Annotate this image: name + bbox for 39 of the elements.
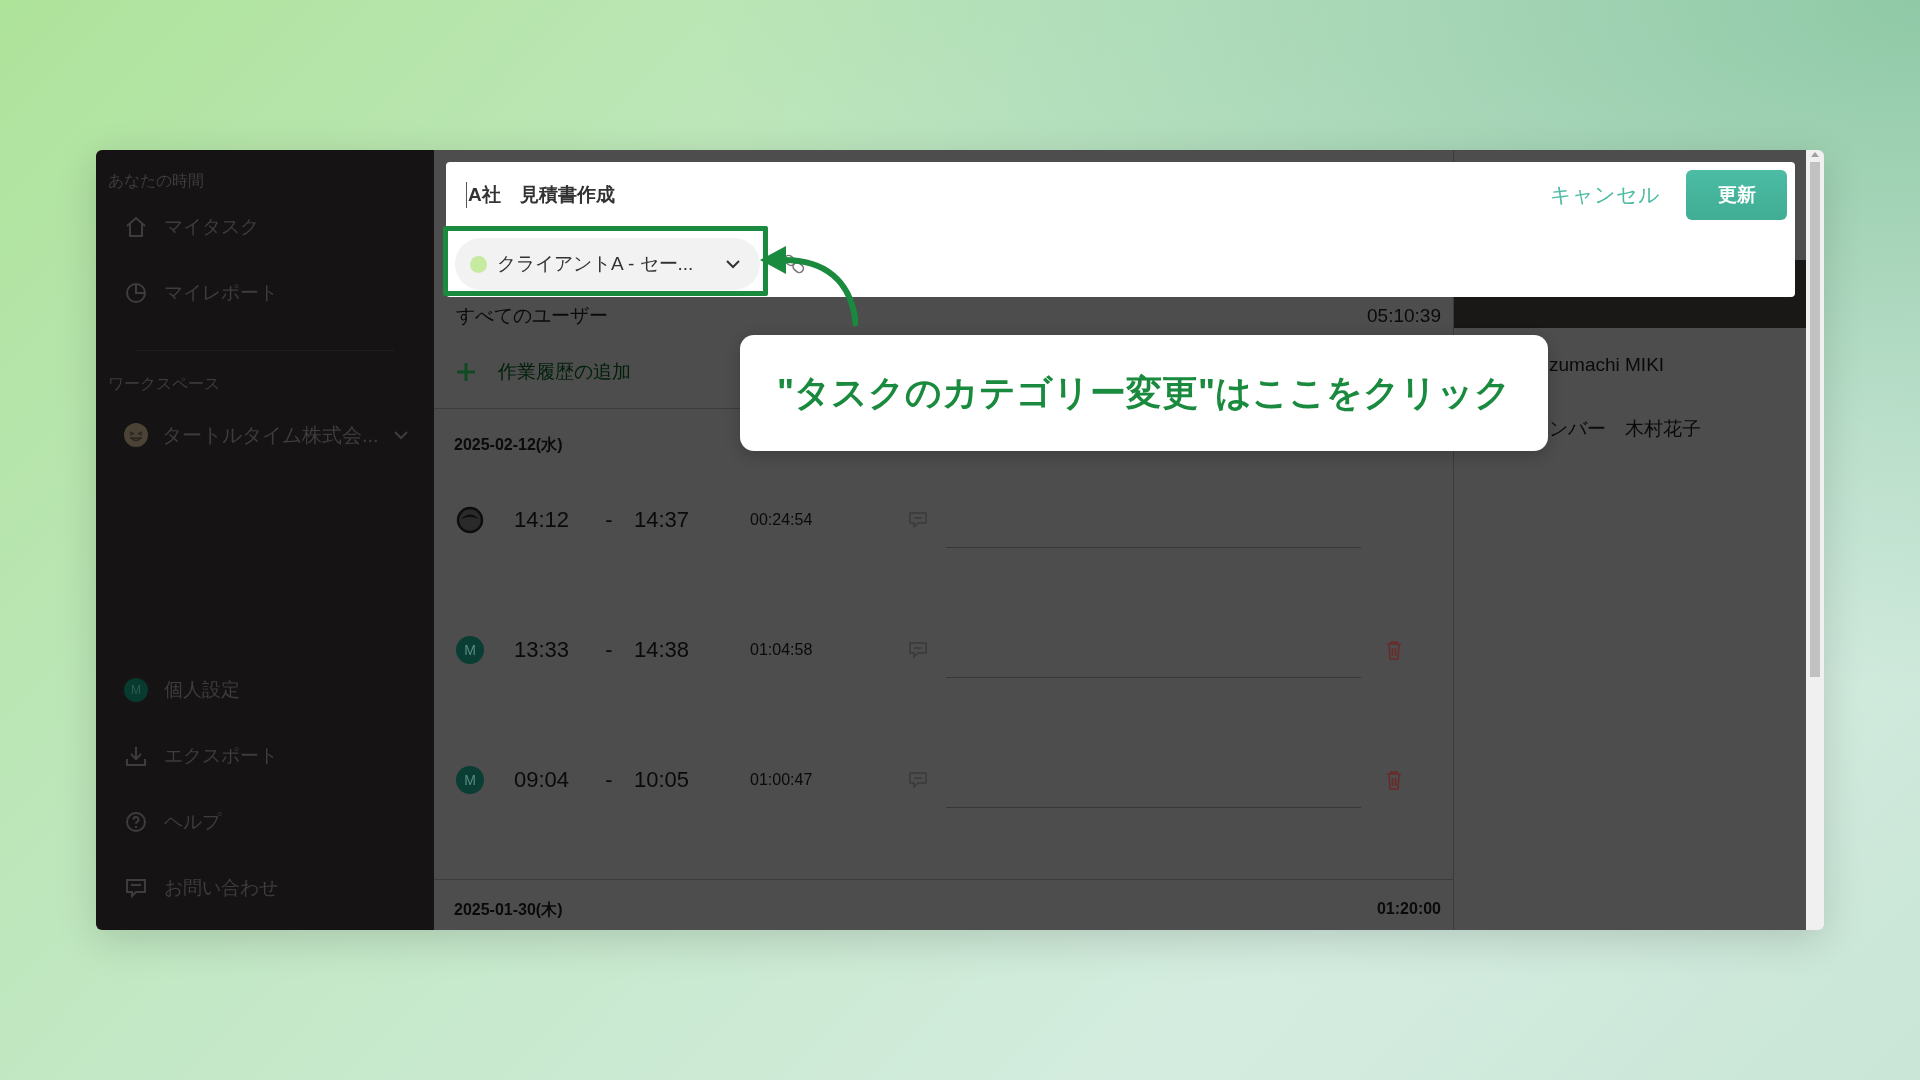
trash-icon[interactable] (1385, 770, 1403, 790)
scrollbar[interactable] (1806, 150, 1824, 930)
duration: 01:04:58 (750, 641, 814, 659)
member-label: ンバー 木村花子 (1549, 417, 1701, 441)
date-heading: 2025-01-30(木) (454, 900, 563, 920)
category-dropdown[interactable]: クライアントA - セー... (455, 238, 760, 290)
duration: 01:00:47 (750, 771, 814, 789)
cancel-link[interactable]: キャンセル (1550, 181, 1660, 209)
plus-icon (456, 361, 476, 382)
time-separator: - (604, 767, 614, 793)
time-separator: - (604, 637, 614, 663)
help-icon (124, 810, 148, 834)
user-name: zumachi MIKI (1549, 354, 1665, 376)
end-time[interactable]: 10:05 (634, 767, 694, 793)
add-history-button[interactable]: 作業履歴の追加 (456, 358, 631, 385)
end-time[interactable]: 14:38 (634, 637, 694, 663)
date-heading: 2025-02-12(水) (454, 435, 563, 455)
user-avatar: M (456, 636, 484, 664)
start-time[interactable]: 13:33 (514, 637, 574, 663)
pie-chart-icon (124, 281, 148, 305)
update-button[interactable]: 更新 (1686, 170, 1787, 220)
user-avatar: M (456, 766, 484, 794)
task-name-field[interactable]: A社 見積書作成 (466, 182, 1550, 208)
download-icon (124, 744, 148, 768)
user-avatar-icon (456, 506, 484, 534)
start-time[interactable]: 14:12 (514, 507, 574, 533)
start-time[interactable]: 09:04 (514, 767, 574, 793)
total-time: 05:10:39 (1367, 304, 1441, 327)
emoji-face-icon (124, 423, 148, 447)
chat-icon (124, 876, 148, 900)
scroll-up-icon[interactable] (1810, 150, 1820, 158)
end-time[interactable]: 14:37 (634, 507, 694, 533)
home-icon (124, 215, 148, 239)
duration: 00:24:54 (750, 511, 814, 529)
user-filter[interactable]: すべてのユーザー (456, 302, 608, 329)
time-separator: - (604, 507, 614, 533)
trash-icon[interactable] (1385, 640, 1403, 660)
day-total: 01:20:00 (1376, 900, 1441, 919)
callout-text: "タスクのカテゴリー変更"はここをクリック (776, 370, 1512, 415)
